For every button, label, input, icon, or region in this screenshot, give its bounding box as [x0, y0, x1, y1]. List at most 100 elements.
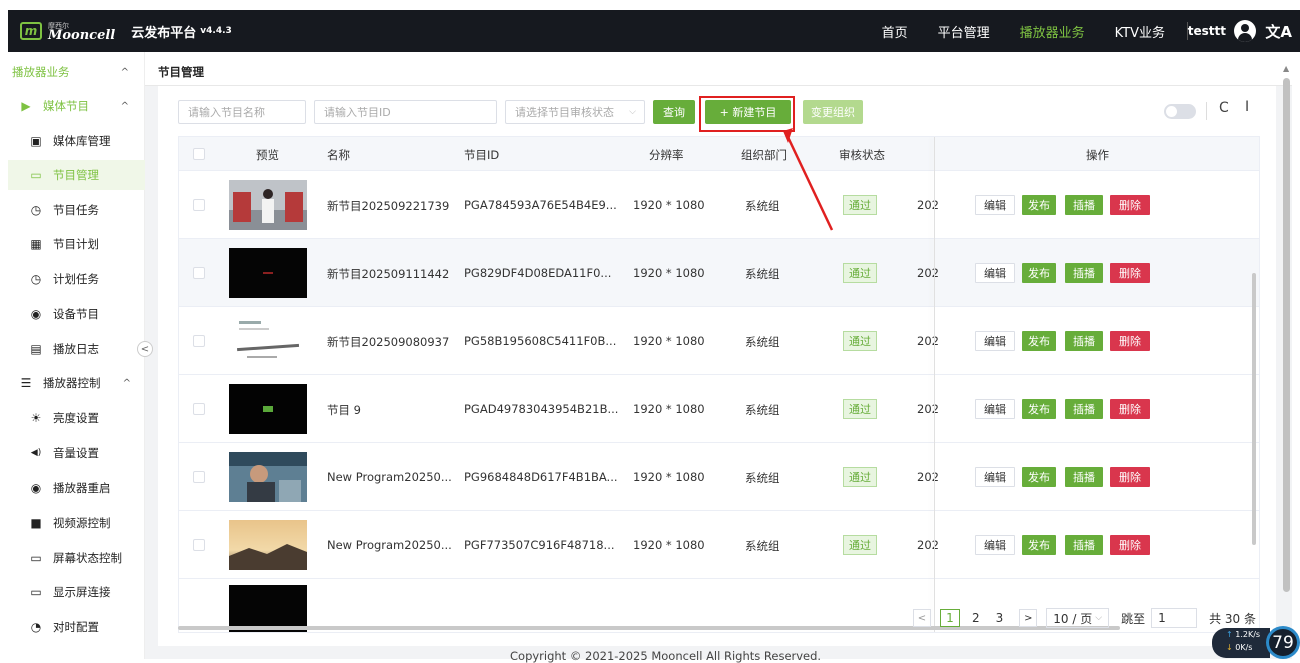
table-header: 预览 名称 节目ID 分辨率 组织部门 审核状态 操作: [179, 137, 1259, 171]
insert-play-button[interactable]: 插播: [1065, 467, 1103, 487]
nav-player-business[interactable]: 播放器业务: [1020, 22, 1085, 41]
delete-button[interactable]: 删除: [1110, 195, 1150, 215]
jump-page-input[interactable]: 1: [1151, 608, 1198, 628]
row-checkbox[interactable]: [193, 403, 205, 415]
scroll-up-icon[interactable]: ▲: [1283, 64, 1289, 73]
sidebar-item-device-programs[interactable]: ◉ 设备节目: [8, 299, 145, 329]
sidebar-item-program-tasks[interactable]: ◷ 节目任务: [8, 195, 145, 225]
publish-button[interactable]: 发布: [1022, 399, 1056, 419]
fixed-column-divider: [934, 137, 935, 632]
refresh-icon[interactable]: C: [1219, 100, 1229, 116]
insert-play-button[interactable]: 插播: [1065, 331, 1103, 351]
table-row[interactable]: New Program20250... PGF773507C916F48718.…: [179, 511, 1259, 579]
sidebar-item-player-restart[interactable]: ◉ 播放器重启: [8, 473, 145, 503]
delete-button[interactable]: 删除: [1110, 331, 1150, 351]
edit-button[interactable]: 编辑: [975, 535, 1015, 555]
translate-icon[interactable]: 文A: [1265, 21, 1292, 42]
sidebar-collapse-icon[interactable]: <: [137, 341, 153, 357]
sidebar-item-volume[interactable]: ◀) 音量设置: [8, 438, 145, 468]
sidebar-item-program-management[interactable]: ▭ 节目管理: [8, 160, 145, 190]
delete-button[interactable]: 删除: [1110, 263, 1150, 283]
nav-platform-management[interactable]: 平台管理: [938, 22, 990, 41]
sidebar-item-plan-tasks[interactable]: ◷ 计划任务: [8, 264, 145, 294]
row-checkbox[interactable]: [193, 199, 205, 211]
highlight-box: [699, 96, 795, 132]
page-2[interactable]: 2: [972, 611, 980, 625]
sidebar-group-player-control[interactable]: ☰ 播放器控制 ^: [8, 368, 145, 398]
pagination: < 1 2 3 > 10 / 页 ⌵ 跳至 1 共 30 条: [913, 608, 1256, 628]
select-all-checkbox[interactable]: [193, 148, 205, 160]
restart-icon: ◉: [30, 481, 42, 495]
nav-home[interactable]: 首页: [882, 22, 908, 41]
clock-icon: ◷: [30, 203, 42, 217]
created-date: 202: [917, 266, 939, 280]
sidebar-item-label: 对时配置: [53, 620, 99, 634]
page-1[interactable]: 1: [940, 609, 960, 627]
delete-button[interactable]: 删除: [1110, 399, 1150, 419]
sidebar-item-screen-status[interactable]: ▭ 屏幕状态控制: [8, 543, 145, 573]
publish-button[interactable]: 发布: [1022, 535, 1056, 555]
page-vertical-scrollbar[interactable]: [1283, 78, 1290, 592]
sun-icon: ☀: [30, 411, 42, 425]
edit-button[interactable]: 编辑: [975, 263, 1015, 283]
query-button[interactable]: 查询: [653, 100, 695, 124]
nav-ktv-business[interactable]: KTV业务: [1115, 22, 1165, 41]
table-vertical-scrollbar[interactable]: [1252, 273, 1256, 545]
program-thumbnail: [229, 180, 307, 230]
next-page-button[interactable]: >: [1019, 609, 1038, 627]
total-count: 共 30 条: [1209, 611, 1256, 626]
sidebar-item-program-plan[interactable]: ▦ 节目计划: [8, 229, 145, 259]
insert-play-button[interactable]: 插播: [1065, 263, 1103, 283]
sidebar-item-brightness[interactable]: ☀ 亮度设置: [8, 403, 145, 433]
organization: 系统组: [745, 471, 780, 485]
prev-page-button[interactable]: <: [913, 609, 931, 627]
program-name-input[interactable]: 请输入节目名称: [178, 100, 306, 124]
program-id: PGA784593A76E54B4E9...: [464, 198, 617, 212]
publish-button[interactable]: 发布: [1022, 195, 1056, 215]
sidebar-item-video-source[interactable]: ■ 视频源控制: [8, 508, 145, 538]
user-menu[interactable]: testtt: [1188, 10, 1256, 52]
edit-button[interactable]: 编辑: [975, 399, 1015, 419]
created-date: 202: [917, 198, 939, 212]
edit-button[interactable]: 编辑: [975, 467, 1015, 487]
row-checkbox[interactable]: [193, 539, 205, 551]
sidebar-group-player-business[interactable]: 播放器业务 ^: [8, 57, 145, 87]
toggle-switch[interactable]: [1164, 104, 1196, 119]
publish-button[interactable]: 发布: [1022, 331, 1056, 351]
publish-button[interactable]: 发布: [1022, 263, 1056, 283]
table-row[interactable]: 新节目202509221739 PGA784593A76E54B4E9... 1…: [179, 171, 1259, 239]
change-org-button[interactable]: 变更组织: [803, 100, 863, 124]
table-row[interactable]: 新节目202509080937 PG58B195608C5411F0B... 1…: [179, 307, 1259, 375]
edit-button[interactable]: 编辑: [975, 195, 1015, 215]
insert-play-button[interactable]: 插播: [1065, 535, 1103, 555]
delete-button[interactable]: 删除: [1110, 467, 1150, 487]
edit-button[interactable]: 编辑: [975, 331, 1015, 351]
sidebar-item-display-connection[interactable]: ▭ 显示屏连接: [8, 577, 145, 607]
review-status-select[interactable]: 请选择节目审核状态 ⌵: [505, 100, 645, 124]
page-size-select[interactable]: 10 / 页 ⌵: [1046, 608, 1110, 628]
column-height-icon[interactable]: I: [1245, 99, 1249, 115]
sidebar-item-play-log[interactable]: ▤ 播放日志: [8, 334, 145, 364]
program-id-input[interactable]: 请输入节目ID: [314, 100, 497, 124]
row-checkbox[interactable]: [193, 335, 205, 347]
sidebar: 播放器业务 ^ ▶ 媒体节目 ^ ▣ 媒体库管理 ▭ 节目管理 ◷ 节目任务 ▦…: [8, 52, 145, 659]
main-nav: 首页 平台管理 播放器业务 KTV业务: [852, 10, 1188, 52]
insert-play-button[interactable]: 插播: [1065, 399, 1103, 419]
delete-button[interactable]: 删除: [1110, 535, 1150, 555]
resolution: 1920 * 1080: [633, 334, 705, 348]
table-row[interactable]: 新节目202509111442 PG829DF4D08EDA11F0... 19…: [179, 239, 1259, 307]
sidebar-item-label: 节目计划: [53, 237, 99, 251]
row-checkbox[interactable]: [193, 267, 205, 279]
download-arrow-icon: ↓: [1226, 643, 1233, 652]
sidebar-group-media-programs[interactable]: ▶ 媒体节目 ^: [8, 91, 145, 121]
table-row[interactable]: New Program20250... PG9684848D617F4B1BA.…: [179, 443, 1259, 511]
logo: m 摩西尔 Mooncell: [20, 21, 115, 42]
page-3[interactable]: 3: [996, 611, 1004, 625]
sidebar-item-time-sync[interactable]: ◔ 对时配置: [8, 612, 145, 642]
sidebar-item-media-library[interactable]: ▣ 媒体库管理: [8, 126, 145, 156]
insert-play-button[interactable]: 插播: [1065, 195, 1103, 215]
table-row[interactable]: 节目 9 PGAD49783043954B21B... 1920 * 1080 …: [179, 375, 1259, 443]
publish-button[interactable]: 发布: [1022, 467, 1056, 487]
avatar-icon[interactable]: [1234, 20, 1256, 42]
row-checkbox[interactable]: [193, 471, 205, 483]
